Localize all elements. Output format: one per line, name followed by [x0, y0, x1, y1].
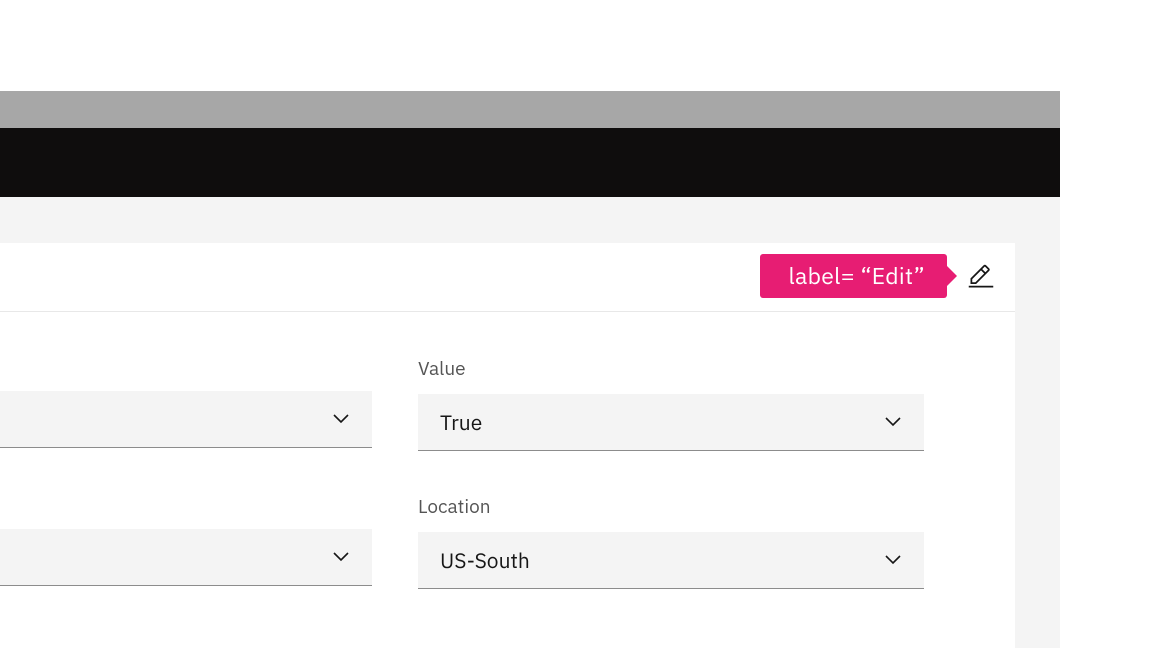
dropdown-location[interactable]: US-South [418, 532, 924, 589]
edit-button[interactable] [967, 263, 995, 291]
chevron-down-icon [884, 555, 902, 565]
chevron-down-icon [332, 414, 350, 424]
chevron-down-icon [884, 417, 902, 427]
edit-icon [967, 263, 995, 291]
black-header-band [0, 128, 1060, 197]
gray-header-band [0, 91, 1060, 128]
field-value-label: Value [418, 357, 924, 381]
tooltip-label: label= “Edit” [760, 254, 947, 298]
field-left-1 [0, 391, 372, 448]
dropdown-value[interactable]: True [418, 394, 924, 451]
dropdown-location-text: US-South [440, 546, 530, 574]
field-location: Location US-South [418, 495, 924, 589]
field-value: Value True [418, 357, 924, 451]
card-header: label= “Edit” [0, 243, 1015, 312]
field-location-label: Location [418, 495, 924, 519]
dropdown-value-text: True [440, 408, 482, 436]
chevron-down-icon [332, 552, 350, 562]
field-left-2 [0, 529, 372, 586]
dropdown-left-2[interactable] [0, 529, 372, 586]
tooltip-text: label= “Edit” [788, 261, 925, 291]
dropdown-left-1[interactable] [0, 391, 372, 448]
